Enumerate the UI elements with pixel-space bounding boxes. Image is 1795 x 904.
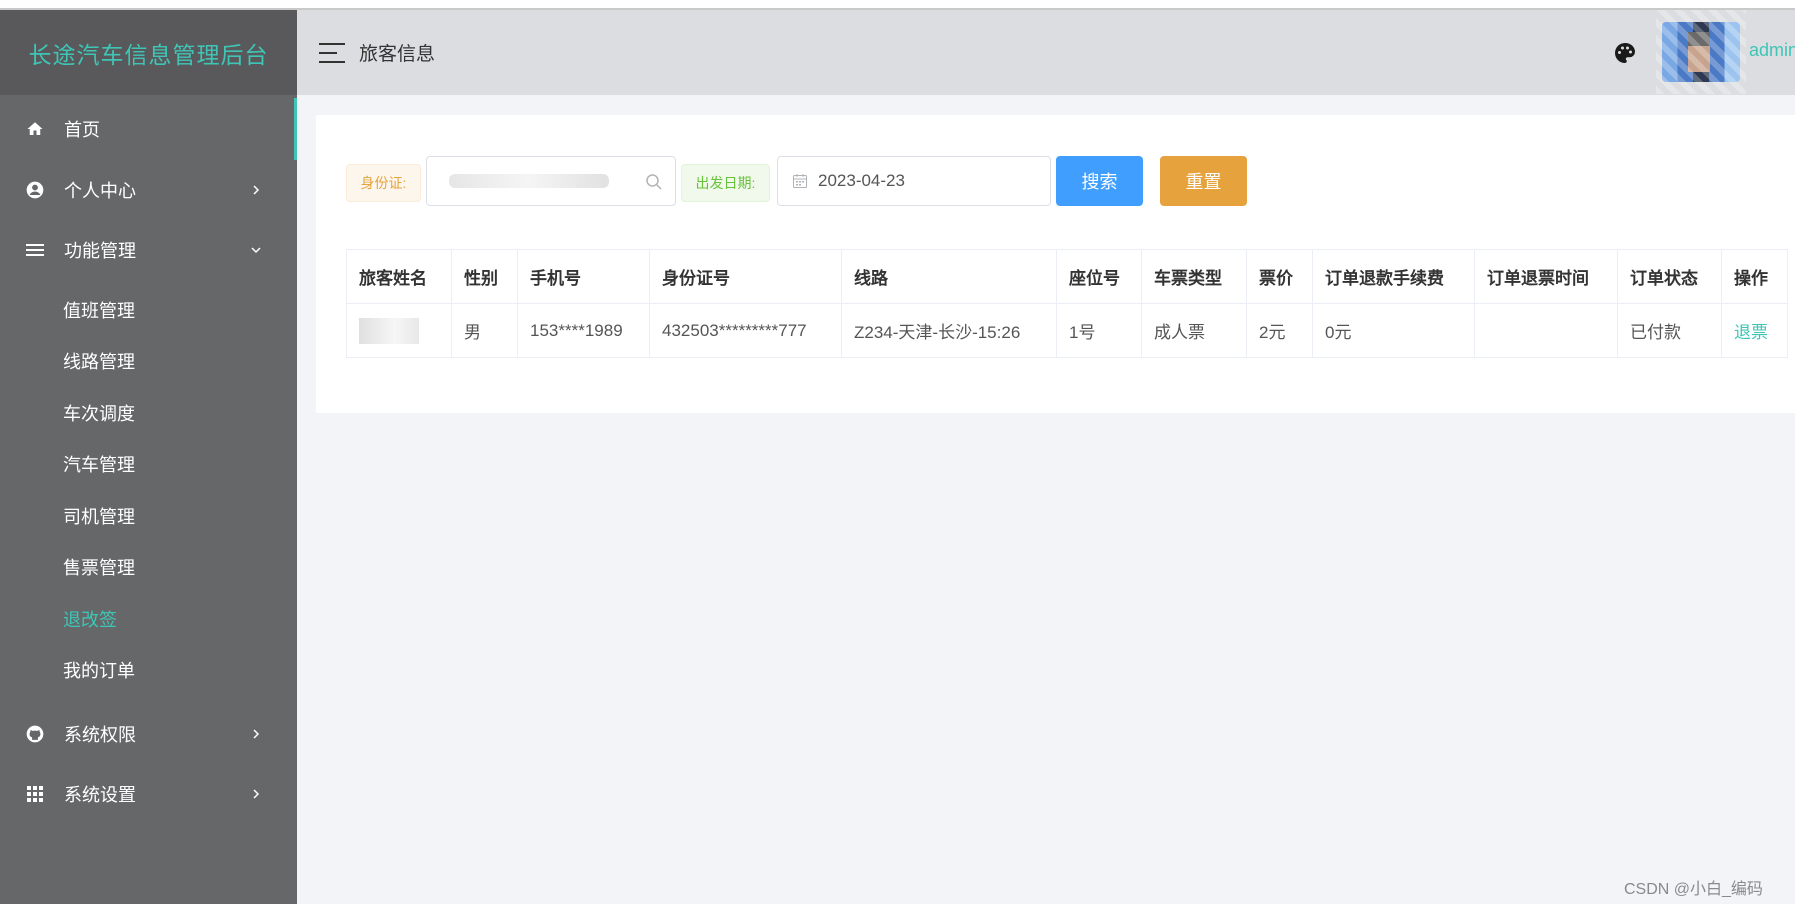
username-link[interactable]: admin bbox=[1749, 40, 1795, 61]
cell-status: 已付款 bbox=[1617, 303, 1722, 358]
content-card: 身份证: 出发日期: 2023-04-23 搜索 重置 旅客姓名 性别 手机号 … bbox=[316, 115, 1795, 413]
column-header[interactable]: 订单退款手续费 bbox=[1312, 249, 1475, 304]
watermark: CSDN @小白_编码 bbox=[1624, 881, 1763, 898]
cell-id-number: 432503*********777 bbox=[649, 303, 842, 358]
id-label-tag: 身份证: bbox=[346, 164, 421, 202]
sidebar-item-functions[interactable]: 功能管理 bbox=[0, 220, 297, 280]
sidebar: 长途汽车信息管理后台 首页 个人中心 功能管理 值班管理 线路管理 车次调度 汽… bbox=[0, 10, 297, 904]
list-icon bbox=[24, 239, 46, 261]
window-top-strip bbox=[0, 0, 1795, 10]
cell-refund-fee: 0元 bbox=[1312, 303, 1475, 358]
sidebar-item-settings[interactable]: 系统设置 bbox=[0, 764, 297, 824]
sidebar-item-label: 系统权限 bbox=[64, 725, 136, 745]
grid-icon bbox=[24, 783, 46, 805]
column-header[interactable]: 手机号 bbox=[517, 249, 650, 304]
blurred-name bbox=[359, 317, 419, 344]
column-header[interactable]: 线路 bbox=[841, 249, 1057, 304]
column-header[interactable]: 票价 bbox=[1246, 249, 1313, 304]
blurred-id-value bbox=[449, 174, 609, 188]
column-header[interactable]: 订单状态 bbox=[1617, 249, 1722, 304]
sidebar-subitem-routes[interactable]: 线路管理 bbox=[0, 336, 297, 388]
cell-refund-time bbox=[1474, 303, 1618, 358]
sidebar-menu-bottom: 系统权限 系统设置 bbox=[0, 704, 297, 824]
cell-route: Z234-天津-长沙-15:26 bbox=[841, 303, 1057, 358]
sidebar-menu: 首页 个人中心 功能管理 bbox=[0, 98, 297, 280]
github-icon bbox=[24, 723, 46, 745]
column-header[interactable]: 订单退票时间 bbox=[1474, 249, 1618, 304]
table-header-row: 旅客姓名 性别 手机号 身份证号 线路 座位号 车票类型 票价 订单退款手续费 … bbox=[346, 249, 1788, 304]
user-circle-icon bbox=[24, 179, 46, 201]
date-label-tag: 出发日期: bbox=[681, 164, 770, 202]
cell-action: 退票 bbox=[1721, 303, 1788, 358]
table-row: 男 153****1989 432503*********777 Z234-天津… bbox=[346, 303, 1788, 358]
sidebar-item-label: 系统设置 bbox=[64, 785, 136, 805]
sidebar-item-label: 功能管理 bbox=[64, 241, 136, 261]
cell-price: 2元 bbox=[1246, 303, 1313, 358]
functions-submenu: 值班管理 线路管理 车次调度 汽车管理 司机管理 售票管理 退改签 我的订单 bbox=[0, 280, 297, 704]
refund-link[interactable]: 退票 bbox=[1734, 323, 1768, 342]
sidebar-subitem-my-orders[interactable]: 我的订单 bbox=[0, 645, 297, 697]
column-header[interactable]: 身份证号 bbox=[649, 249, 842, 304]
date-value: 2023-04-23 bbox=[818, 171, 905, 190]
search-button[interactable]: 搜索 bbox=[1056, 156, 1143, 206]
page-title: 旅客信息 bbox=[359, 44, 436, 65]
sidebar-item-label: 首页 bbox=[64, 120, 100, 140]
chevron-down-icon bbox=[249, 243, 263, 257]
sidebar-subitem-drivers[interactable]: 司机管理 bbox=[0, 490, 297, 542]
sidebar-item-home[interactable]: 首页 bbox=[0, 98, 297, 160]
passenger-table: 旅客姓名 性别 手机号 身份证号 线路 座位号 车票类型 票价 订单退款手续费 … bbox=[346, 249, 1788, 358]
cell-phone: 153****1989 bbox=[517, 303, 650, 358]
palette-icon[interactable] bbox=[1613, 41, 1637, 65]
sidebar-item-label: 个人中心 bbox=[64, 181, 136, 201]
departure-date-input[interactable]: 2023-04-23 bbox=[777, 156, 1051, 206]
app-title: 长途汽车信息管理后台 bbox=[0, 10, 297, 95]
home-icon bbox=[24, 118, 46, 140]
chevron-right-icon bbox=[249, 183, 263, 197]
top-header: 旅客信息 admin bbox=[297, 10, 1795, 95]
calendar-icon bbox=[792, 173, 808, 189]
column-header[interactable]: 座位号 bbox=[1056, 249, 1142, 304]
column-header[interactable]: 性别 bbox=[451, 249, 518, 304]
cell-name bbox=[346, 303, 452, 358]
column-header[interactable]: 旅客姓名 bbox=[346, 249, 452, 304]
column-header[interactable]: 车票类型 bbox=[1141, 249, 1247, 304]
sidebar-subitem-tickets[interactable]: 售票管理 bbox=[0, 542, 297, 594]
avatar[interactable] bbox=[1656, 10, 1746, 94]
cell-seat: 1号 bbox=[1056, 303, 1142, 358]
sidebar-subitem-duty[interactable]: 值班管理 bbox=[0, 284, 297, 336]
id-number-input[interactable] bbox=[426, 156, 676, 206]
search-icon bbox=[645, 173, 663, 196]
column-header[interactable]: 操作 bbox=[1721, 249, 1788, 304]
sidebar-subitem-schedule[interactable]: 车次调度 bbox=[0, 387, 297, 439]
sidebar-item-permissions[interactable]: 系统权限 bbox=[0, 704, 297, 764]
sidebar-subitem-buses[interactable]: 汽车管理 bbox=[0, 439, 297, 491]
sidebar-item-profile[interactable]: 个人中心 bbox=[0, 160, 297, 220]
chevron-right-icon bbox=[249, 727, 263, 741]
cell-gender: 男 bbox=[451, 303, 518, 358]
sidebar-subitem-refund[interactable]: 退改签 bbox=[0, 593, 297, 645]
reset-button[interactable]: 重置 bbox=[1160, 156, 1247, 206]
hamburger-menu-icon[interactable] bbox=[319, 42, 345, 63]
search-bar: 身份证: 出发日期: 2023-04-23 搜索 重置 bbox=[316, 156, 1795, 206]
chevron-right-icon bbox=[249, 787, 263, 801]
cell-ticket-type: 成人票 bbox=[1141, 303, 1247, 358]
